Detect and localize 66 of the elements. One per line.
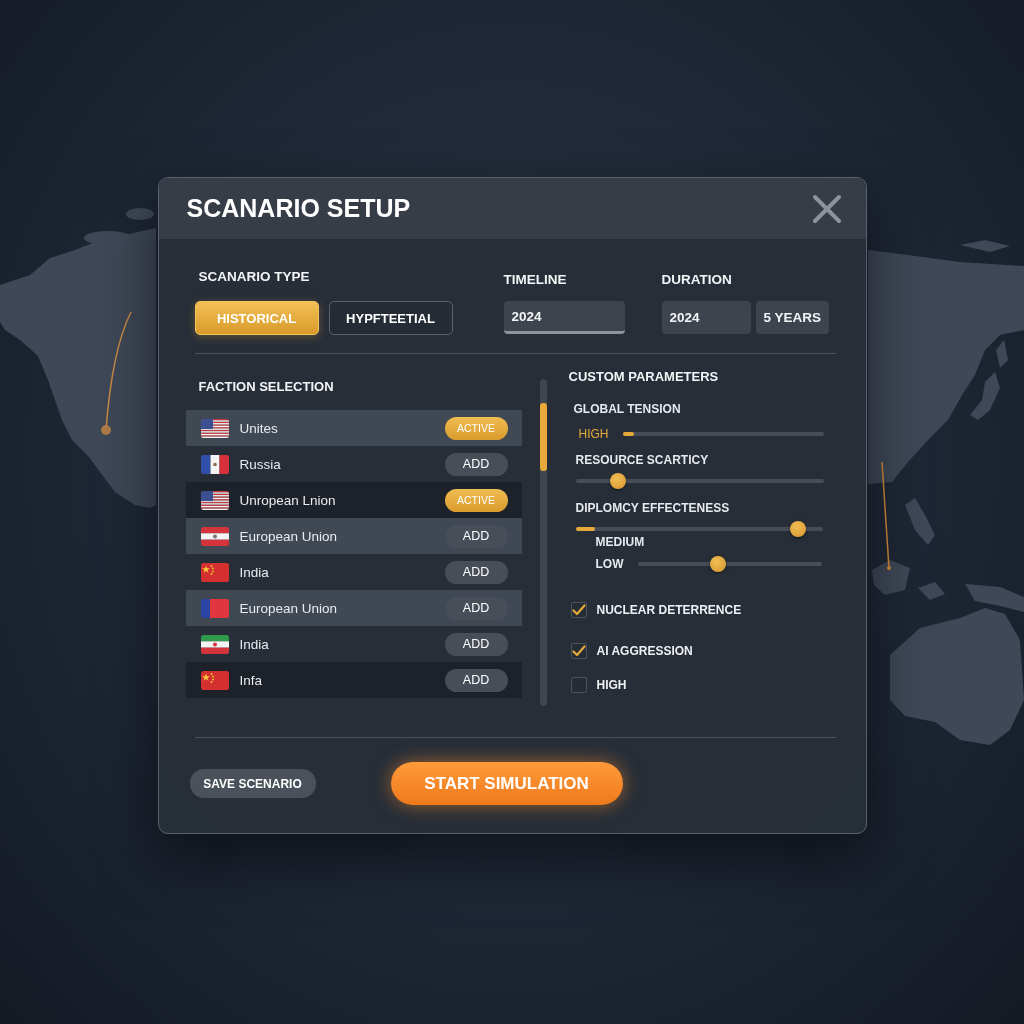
add-button[interactable]: ADD xyxy=(444,668,508,692)
checkbox-label: HIGH xyxy=(596,678,627,692)
island-shape xyxy=(970,372,1000,420)
slider-label: RESOURCE SCARTICY xyxy=(575,453,709,468)
duration-length-field[interactable]: 5 YEARS xyxy=(755,301,829,334)
field-label: TIMELINE xyxy=(503,271,567,289)
island-shape xyxy=(960,240,1010,252)
island-shape xyxy=(872,560,910,595)
star-flag-icon xyxy=(200,670,229,690)
save-scenario-button[interactable]: SAVE SCENARIO xyxy=(189,769,316,798)
checkbox[interactable] xyxy=(570,677,587,693)
timeline-field[interactable]: 2024 xyxy=(503,301,625,334)
section-title: FACTION SELECTION xyxy=(198,378,334,395)
faction-name: Unropean Lnion xyxy=(239,492,336,508)
striped-flag-icon xyxy=(200,490,229,510)
slider-value: MEDIUM xyxy=(595,535,645,550)
horizontal-band-flag-icon xyxy=(200,526,229,546)
dialog-title: SCANARIO SETUP xyxy=(186,194,411,223)
faction-name: Russia xyxy=(239,456,281,472)
island-shape xyxy=(126,208,154,220)
checkbox-label: AI AGGRESSION xyxy=(596,644,693,658)
add-button[interactable]: ADD xyxy=(444,596,508,620)
check-icon xyxy=(571,645,586,657)
slider-label: LOW xyxy=(595,556,624,572)
slider-track[interactable] xyxy=(575,521,823,537)
scenario-type-button[interactable]: HYPFTEETIAL xyxy=(328,301,453,335)
slider-track[interactable] xyxy=(575,473,824,489)
island-shape xyxy=(918,582,945,600)
faction-name: European Union xyxy=(239,600,338,616)
add-button[interactable]: ADD xyxy=(444,452,508,476)
slider-thumb[interactable] xyxy=(710,556,727,572)
slider-track[interactable] xyxy=(637,556,822,572)
section-title: CUSTOM PARAMETERS xyxy=(568,368,719,385)
add-button[interactable]: ADD xyxy=(444,560,508,584)
slider-start-marker xyxy=(575,527,595,531)
add-button[interactable]: ADD xyxy=(444,524,508,548)
faction-name: European Union xyxy=(239,528,338,544)
checkbox-label: NUCLEAR DETERRENCE xyxy=(596,603,742,617)
star-flag-icon xyxy=(200,562,229,582)
slider-label: DIPLOMCY EFFECTENESS xyxy=(575,501,730,516)
add-button[interactable]: ADD xyxy=(444,632,508,656)
scrollbar-thumb[interactable] xyxy=(539,403,547,471)
field-label: DURATION xyxy=(661,271,732,289)
slider-value: HIGH xyxy=(578,426,609,442)
field-label: SCANARIO TYPE xyxy=(198,268,310,286)
striped-flag-icon xyxy=(200,418,229,438)
slider-thumb[interactable] xyxy=(789,521,806,537)
slider-label: GLOBAL TENSION xyxy=(573,402,681,417)
vertical-tricolor-flag-icon xyxy=(200,454,229,474)
checkbox[interactable] xyxy=(570,602,587,618)
horizontal-tricolor-flag-icon xyxy=(200,634,229,654)
slider-thumb[interactable] xyxy=(609,473,626,489)
island-shape xyxy=(905,498,935,545)
checkbox[interactable] xyxy=(570,643,587,659)
close-button[interactable] xyxy=(811,193,842,224)
check-icon xyxy=(571,604,586,616)
two-band-flag-icon xyxy=(200,598,229,618)
faction-name: Unites xyxy=(239,420,278,436)
island-shape xyxy=(996,340,1008,368)
scrollbar-track[interactable] xyxy=(539,379,547,706)
faction-name: India xyxy=(239,564,269,580)
duration-year-field[interactable]: 2024 xyxy=(661,301,751,334)
faction-name: India xyxy=(239,636,269,652)
faction-name: Infa xyxy=(239,672,263,688)
island-shape xyxy=(965,584,1024,612)
close-icon xyxy=(811,193,842,224)
